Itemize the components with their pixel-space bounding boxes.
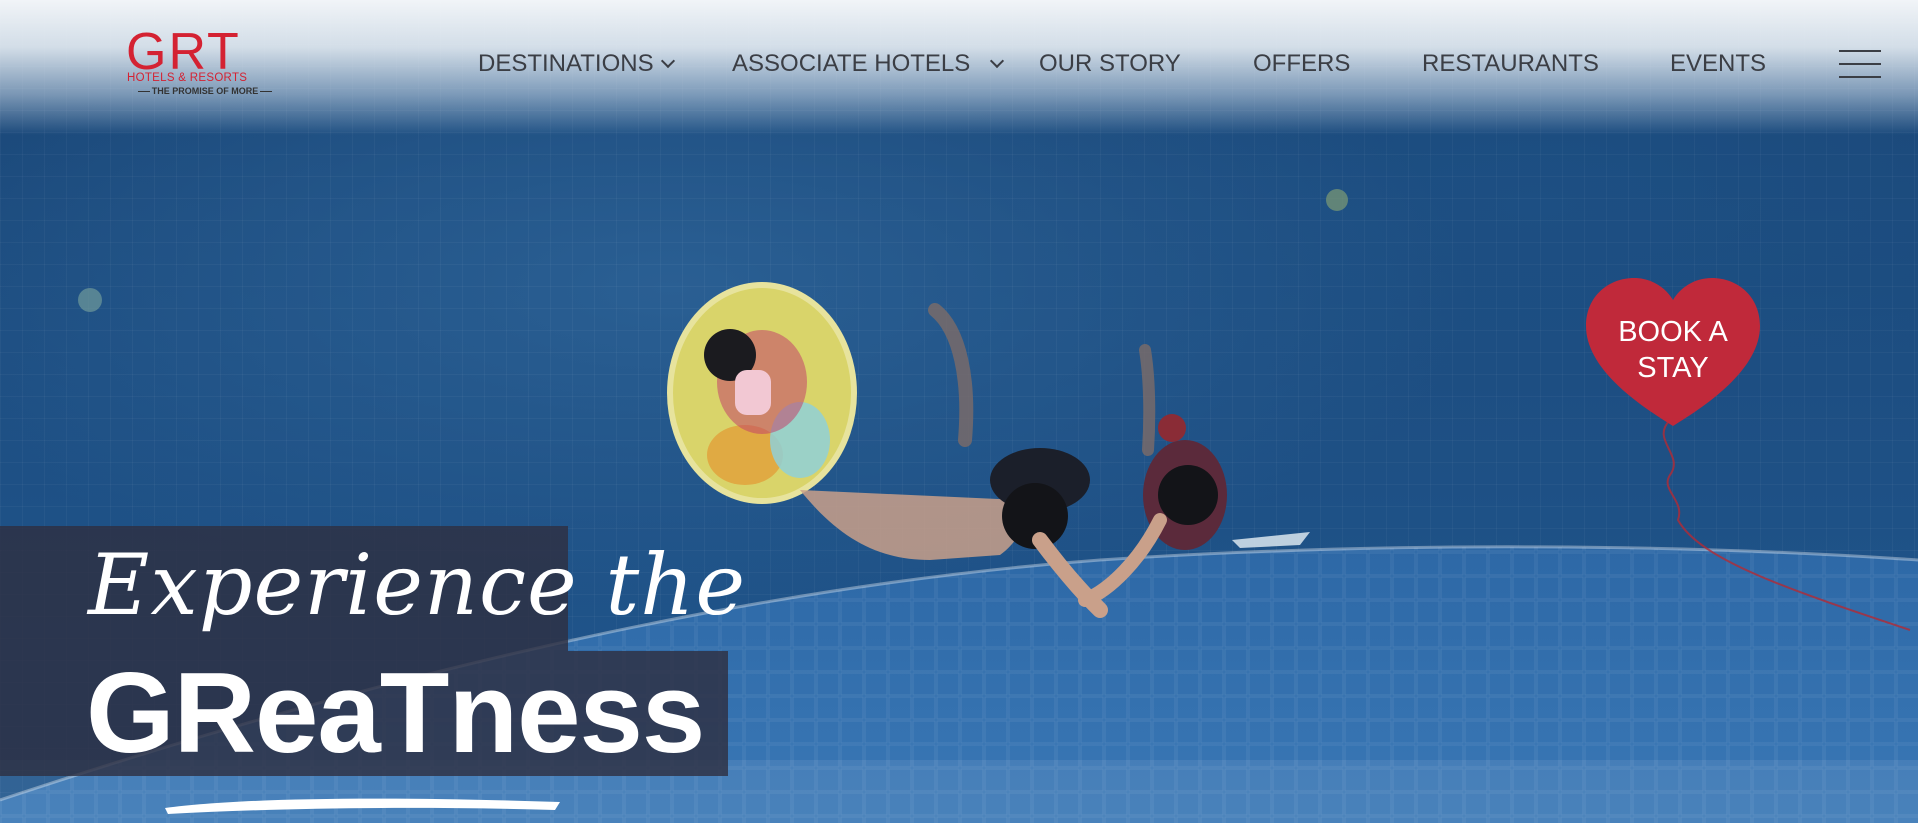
grt-logo[interactable]: GRT HOTELS & RESORTS THE PROMISE OF MORE: [126, 26, 286, 102]
hero-headline-script: Experience the: [88, 536, 747, 634]
nav-item-events[interactable]: EVENTS: [1670, 50, 1766, 78]
nav-item-destinations[interactable]: DESTINATIONS: [478, 50, 675, 78]
nav-label: ASSOCIATE HOTELS: [732, 50, 971, 77]
book-label-line-2: STAY: [1637, 352, 1709, 384]
logo-tagline: THE PROMISE OF MORE: [126, 86, 284, 96]
hamburger-menu-icon[interactable]: [1839, 50, 1881, 78]
nav-label: OUR STORY: [1039, 50, 1181, 77]
logo-subtitle: HOTELS & RESORTS: [127, 72, 248, 84]
book-a-stay-label: BOOK A STAY: [1584, 314, 1762, 386]
brush-stroke-underline: [165, 798, 560, 814]
chevron-down-icon: [660, 53, 675, 69]
book-label-line-1: BOOK A: [1618, 316, 1728, 348]
site-header: GRT HOTELS & RESORTS THE PROMISE OF MORE…: [0, 0, 1918, 135]
nav-item-restaurants[interactable]: RESTAURANTS: [1422, 50, 1599, 78]
swim-ring-figure: [667, 282, 857, 504]
hero-headline-bold: GReaTness: [86, 650, 705, 777]
nav-label: OFFERS: [1253, 50, 1351, 77]
nav-label: EVENTS: [1670, 50, 1767, 77]
book-a-stay-button[interactable]: BOOK A STAY: [1584, 276, 1762, 428]
chevron-down-icon: [990, 53, 1005, 69]
nav-item-our-story[interactable]: OUR STORY: [1039, 50, 1181, 78]
nav-item-offers[interactable]: OFFERS: [1253, 50, 1350, 78]
nav-label: RESTAURANTS: [1422, 50, 1599, 77]
logo-wordmark: GRT: [126, 23, 241, 81]
nav-item-associate-hotels[interactable]: ASSOCIATE HOTELS: [732, 50, 1005, 78]
page: GRT HOTELS & RESORTS THE PROMISE OF MORE…: [0, 0, 1918, 823]
nav-label: DESTINATIONS: [478, 50, 654, 77]
balloon-string: [1662, 420, 1911, 631]
